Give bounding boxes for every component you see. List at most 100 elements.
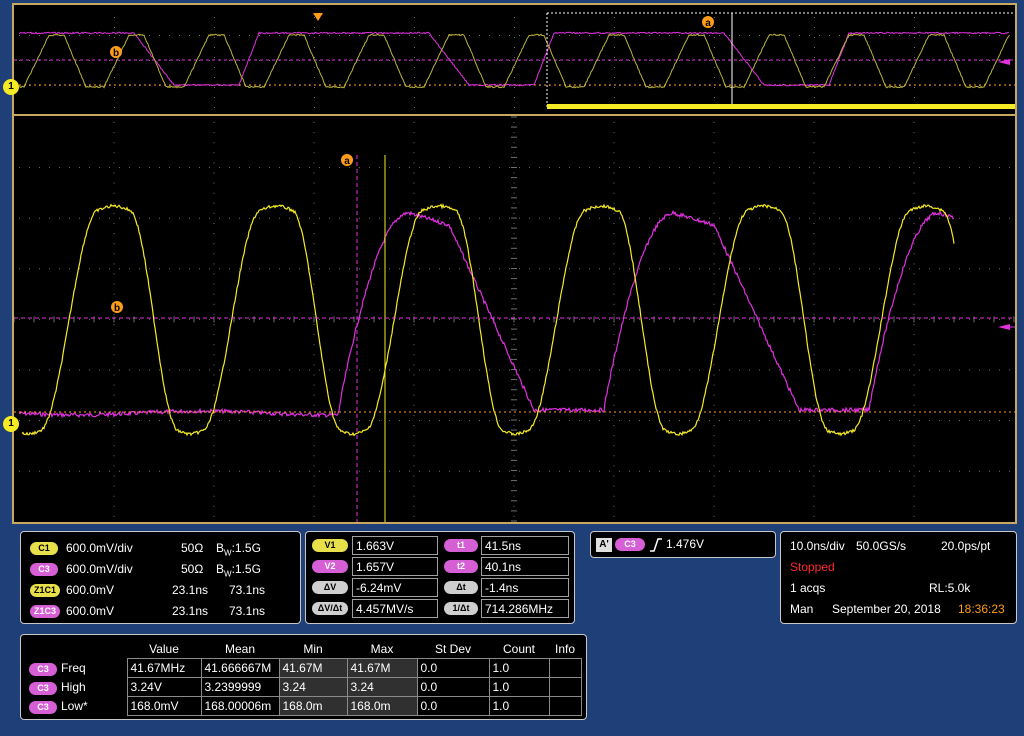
- grid-dot: [113, 243, 115, 245]
- grid-dot: [889, 167, 890, 169]
- grid-dot: [413, 233, 415, 235]
- grid-dot: [39, 420, 40, 422]
- overview-zoom-region-bar[interactable]: [547, 104, 1015, 109]
- grid-dot: [369, 217, 370, 219]
- trigger-source-badge[interactable]: A': [596, 538, 612, 552]
- delta-v-badge[interactable]: ΔV: [312, 581, 348, 594]
- t1-badge[interactable]: t1: [444, 539, 478, 552]
- grid-dot: [913, 162, 915, 164]
- grid-dot: [469, 60, 470, 61]
- dv-dt-badge[interactable]: ΔV/Δt: [312, 602, 348, 615]
- grid-dot: [713, 435, 715, 437]
- grid-dot: [79, 470, 80, 472]
- ch1-level-marker[interactable]: 1: [3, 416, 19, 432]
- grid-dot: [313, 384, 315, 386]
- grid-dot: [809, 420, 810, 422]
- delta-t-badge[interactable]: Δt: [444, 581, 478, 594]
- grid-dot: [899, 60, 900, 61]
- grid-dot: [719, 167, 720, 169]
- grid-dot: [609, 167, 610, 169]
- grid-dot: [729, 470, 730, 472]
- oscilloscope-display[interactable]: a b a b: [12, 3, 1017, 524]
- grid-dot: [513, 152, 515, 154]
- channel-badge[interactable]: C3: [30, 563, 58, 576]
- grid-dot: [109, 217, 110, 219]
- grid-dot: [339, 268, 340, 270]
- grid-dot: [713, 162, 715, 164]
- channel-row[interactable]: C3 600.0mV/div 50Ω BW:1.5G: [21, 559, 300, 579]
- channel-badge[interactable]: Z1C3: [30, 605, 60, 618]
- grid-dot: [669, 369, 670, 371]
- channel-row[interactable]: C1 600.0mV/div 50Ω BW:1.5G: [21, 538, 300, 558]
- grid-dot: [813, 293, 815, 295]
- grid-dot: [49, 369, 50, 371]
- grid-dot: [869, 35, 870, 36]
- measurement-channel-badge[interactable]: C3: [29, 700, 57, 714]
- grid-dot: [179, 60, 180, 61]
- grid-dot: [299, 60, 300, 61]
- grid-dot: [769, 268, 770, 270]
- waveform-canvas[interactable]: a b a b: [14, 5, 1015, 522]
- measurements-panel[interactable]: Value Mean Min Max St Dev Count Info C3 F…: [20, 634, 587, 720]
- grid-dot: [179, 35, 180, 36]
- grid-dot: [114, 67, 115, 68]
- grid-dot: [39, 470, 40, 472]
- grid-dot: [529, 268, 530, 270]
- measurement-info: [548, 677, 582, 697]
- grid-dot: [109, 470, 110, 472]
- grid-dot: [49, 268, 50, 270]
- grid-dot: [213, 122, 215, 123]
- ch3-level-arrow[interactable]: [998, 324, 1010, 330]
- v1-badge[interactable]: V1: [312, 539, 348, 552]
- grid-dot: [59, 217, 60, 219]
- grid-dot: [1009, 470, 1010, 472]
- trigger-panel[interactable]: A' C3 1.476V: [590, 531, 776, 558]
- grid-dot: [359, 60, 360, 61]
- grid-dot: [413, 455, 415, 457]
- grid-dot: [913, 303, 915, 305]
- grid-dot: [909, 420, 910, 422]
- acquisition-panel[interactable]: 10.0ns/div 50.0GS/s 20.0ps/pt Stopped 1 …: [780, 531, 1017, 624]
- grid-dot: [313, 435, 315, 437]
- grid-dot: [139, 420, 140, 422]
- cursor-readout-panel[interactable]: V1 1.663V t1 41.5ns V2 1.657V t2 40.1ns …: [305, 531, 575, 624]
- grid-dot: [513, 485, 515, 487]
- grid-dot: [129, 167, 130, 169]
- t2-badge[interactable]: t2: [444, 560, 478, 573]
- grid-dot: [79, 167, 80, 169]
- grid-dot: [399, 369, 400, 371]
- grid-dot: [249, 167, 250, 169]
- ch1-level-marker-overview[interactable]: 1: [3, 79, 19, 95]
- channel-row[interactable]: Z1C3 600.0mV 23.1ns 73.1ns: [21, 601, 300, 621]
- grid-dot: [209, 470, 210, 472]
- grid-dot: [519, 470, 520, 472]
- grid-dot: [989, 217, 990, 219]
- grid-dot: [459, 420, 460, 422]
- grid-dot: [813, 455, 815, 457]
- trigger-channel-badge[interactable]: C3: [615, 538, 645, 551]
- grid-dot: [959, 369, 960, 371]
- grid-dot: [859, 470, 860, 472]
- measurement-row[interactable]: C3 High 3.24V 3.2399999 3.24 3.24 0.0 1.0: [25, 677, 582, 697]
- grid-dot: [113, 324, 115, 325]
- grid-dot: [969, 167, 970, 169]
- grid-dot: [19, 167, 20, 169]
- grid-dot: [389, 217, 390, 219]
- measurement-row[interactable]: C3 Low* 168.0mV 168.00006m 168.0m 168.0m 0.0 1.…: [25, 696, 582, 716]
- grid-dot: [519, 217, 520, 219]
- measurement-channel-badge[interactable]: C3: [29, 662, 57, 676]
- channel-badge[interactable]: Z1C1: [30, 584, 60, 597]
- grid-dot: [513, 354, 515, 356]
- grid-dot: [213, 182, 215, 184]
- grid-dot: [713, 172, 715, 174]
- channel-settings-panel[interactable]: C1 600.0mV/div 50Ω BW:1.5G C3 600.0mV/div 50Ω B…: [20, 531, 301, 624]
- channel-row[interactable]: Z1C1 600.0mV 23.1ns 73.1ns: [21, 580, 300, 600]
- channel-badge[interactable]: C1: [30, 542, 58, 555]
- measurement-row[interactable]: C3 Freq 41.67MHz 41.666667M 41.67M 41.67M 0.0 1…: [25, 658, 582, 678]
- inv-dt-badge[interactable]: 1/Δt: [444, 602, 478, 615]
- grid-dot: [939, 420, 940, 422]
- measurement-min: 3.24: [278, 677, 348, 697]
- v2-badge[interactable]: V2: [312, 560, 348, 573]
- measurement-channel-badge[interactable]: C3: [29, 681, 57, 695]
- grid-dot: [213, 384, 215, 386]
